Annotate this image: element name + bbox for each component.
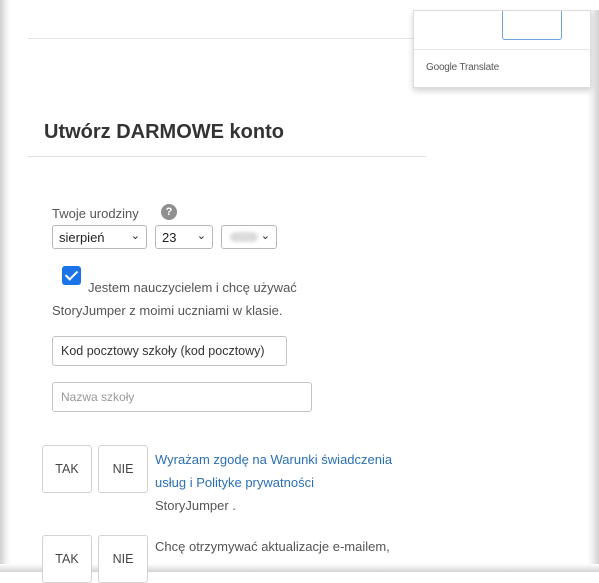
email-yes-button[interactable]: TAK [42,535,92,583]
birth-year-select[interactable]: ⌄ [221,225,277,249]
birth-month-value: sierpień [59,230,105,245]
teacher-label-line1: Jestem nauczycielem i chcę używać [88,280,297,295]
page-title: Utwórz DARMOWE konto [44,121,284,143]
teacher-label-line2: StoryJumper z moimi uczniami w klasie. [52,303,283,318]
translate-selected-button[interactable] [502,11,562,40]
popup-divider [414,49,590,50]
birth-day-value: 23 [162,230,177,245]
chevron-down-icon: ⌄ [196,230,206,242]
email-consent-text: Chcę otrzymywać aktualizacje e-mailem, [155,539,390,554]
privacy-link[interactable]: usług i Polityke prywatności [155,475,314,490]
teacher-checkbox-label: Jestem nauczycielem i chcę używać StoryJ… [52,276,362,322]
question-circle-icon[interactable]: ? [161,204,177,220]
google-translate-popup: Google Translate [413,10,591,88]
window-top-strip [0,0,599,10]
terms-no-button[interactable]: NIE [98,445,148,493]
terms-yes-button[interactable]: TAK [42,445,92,493]
terms-link[interactable]: Wyrażam zgodę na Warunki świadczenia [155,452,392,467]
birth-month-select[interactable]: sierpień ⌄ [52,225,147,249]
window-right-shadow [587,10,599,572]
title-divider [28,156,426,157]
email-no-button[interactable]: NIE [98,535,148,583]
chevron-down-icon: ⌄ [130,230,140,242]
top-divider [28,38,418,39]
school-zip-input[interactable]: Kod pocztowy szkoły (kod pocztowy) [52,336,287,366]
chevron-down-icon: ⌄ [260,230,270,242]
terms-consent-text: Wyrażam zgodę na Warunki świadczenia usł… [155,448,455,517]
window-left-edge [0,0,11,572]
birth-day-select[interactable]: 23 ⌄ [155,225,213,249]
translate-option-button[interactable] [424,11,502,39]
birthday-label: Twoje urodziny [52,206,139,221]
google-translate-label: Google Translate [426,62,499,73]
blurred-year-value [230,232,258,242]
terms-suffix: StoryJumper . [155,498,236,513]
school-name-input[interactable]: Nazwa szkoły [52,382,312,412]
